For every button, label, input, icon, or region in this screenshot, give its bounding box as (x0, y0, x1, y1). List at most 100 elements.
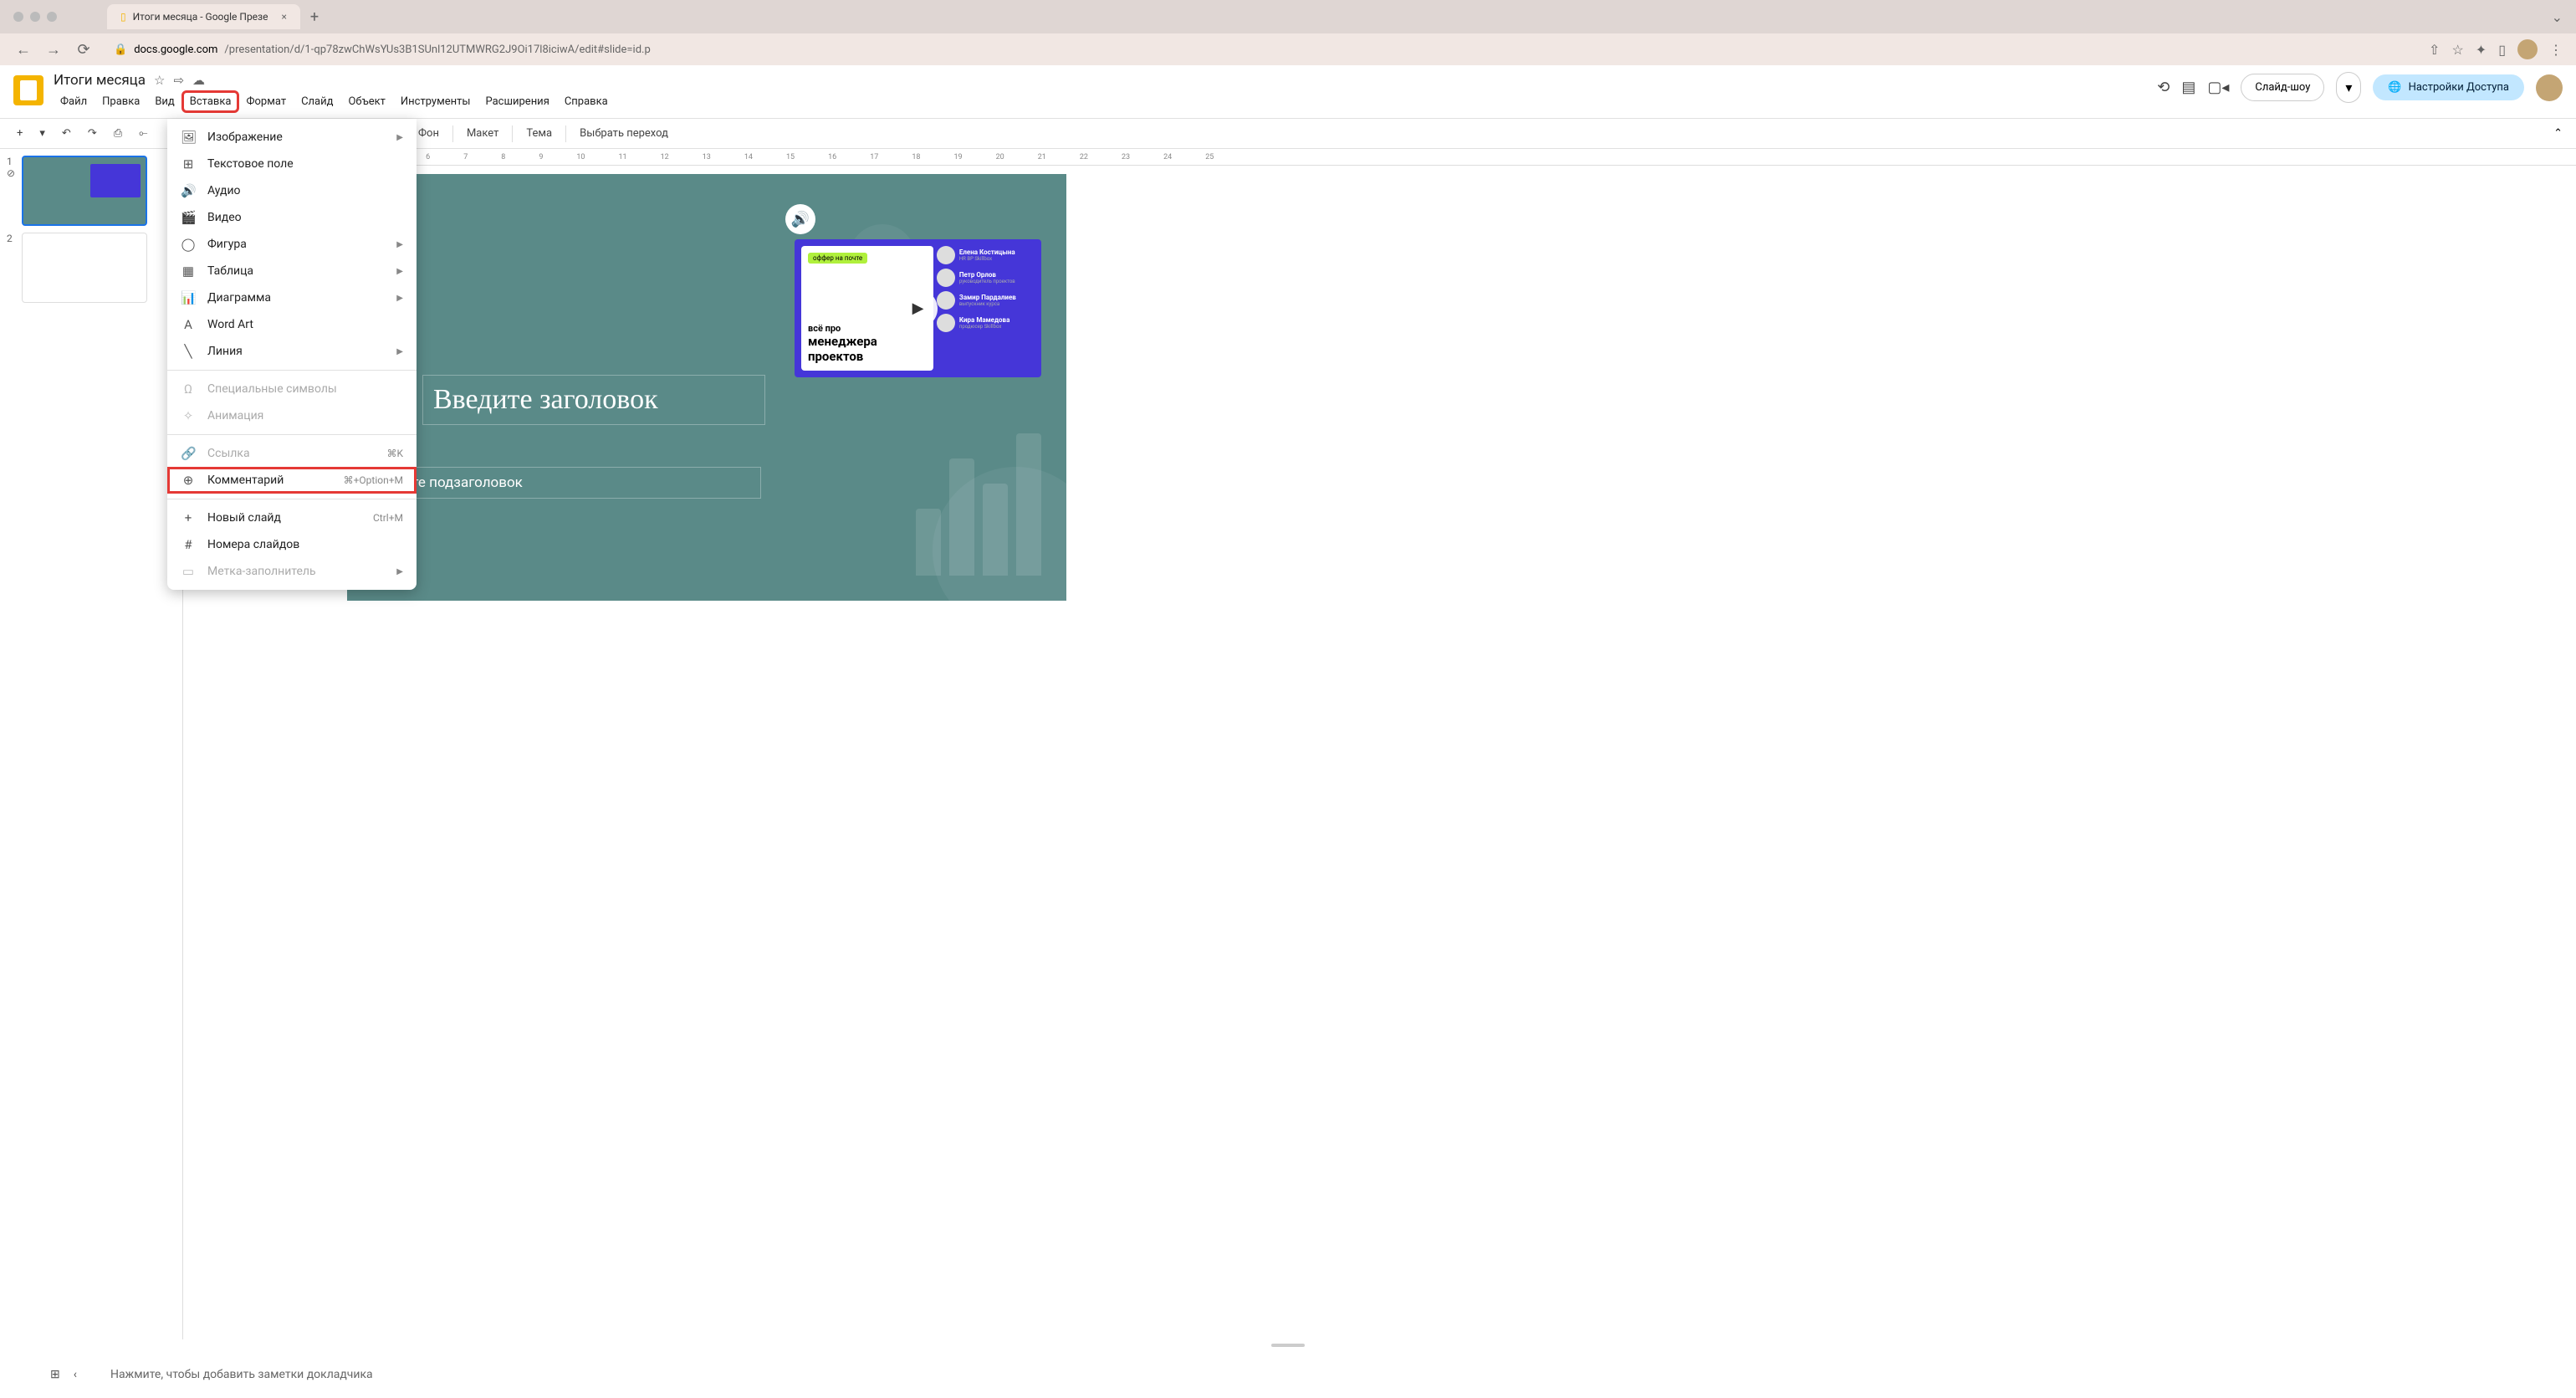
menu-item-label: Видео (207, 211, 403, 224)
video-badge: оффер на почте (808, 253, 867, 264)
insert-dropdown-menu: 🖼 Изображение ▶ ⊞Текстовое поле🔊Аудио🎬Видео… (167, 119, 417, 590)
explore-icon[interactable]: ‹ (74, 1368, 77, 1381)
forward-button[interactable]: → (43, 41, 64, 59)
layout-btn[interactable]: Макет (467, 127, 498, 140)
menu-extensions[interactable]: Расширения (478, 92, 555, 111)
menu-view[interactable]: Вид (148, 92, 181, 111)
cloud-icon[interactable]: ☁ (192, 73, 205, 88)
tab-title: Итоги месяца - Google Презе (133, 11, 268, 23)
maximize-window[interactable] (47, 12, 57, 22)
bookmark-icon[interactable]: ☆ (2451, 42, 2463, 58)
menu-item-label: Новый слайд (207, 511, 361, 525)
thumb-row-2: 2 (7, 233, 156, 303)
menu-tools[interactable]: Инструменты (394, 92, 478, 111)
undo-icon[interactable]: ↶ (59, 124, 74, 143)
redo-icon[interactable]: ↷ (84, 124, 100, 143)
minimize-window[interactable] (30, 12, 40, 22)
chevron-down-icon[interactable]: ⌄ (2552, 9, 2563, 25)
new-tab-button[interactable]: + (310, 8, 319, 26)
menu-item-icon: 🖼 (181, 130, 196, 145)
menu-item-номера-слайдов[interactable]: #Номера слайдов (167, 531, 417, 558)
present-icon[interactable]: ▢◂ (2207, 79, 2229, 96)
slide-canvas[interactable]: 🔊 оффер на почте всё про менеджера проек… (347, 174, 1066, 601)
print-icon[interactable]: ⎙ (110, 124, 125, 143)
person-role: руководитель проектов (959, 279, 1015, 284)
user-avatar[interactable] (2536, 74, 2563, 101)
menu-item-label: Анимация (207, 409, 403, 422)
person-name: Петр Орлов (959, 271, 1015, 279)
new-slide-dropdown[interactable]: ▾ (36, 124, 49, 143)
window-controls[interactable] (13, 12, 57, 22)
slideshow-dropdown[interactable]: ▾ (2336, 72, 2361, 103)
menu-slide[interactable]: Слайд (294, 92, 340, 111)
browser-tab[interactable]: ▯ Итоги месяца - Google Презе × (107, 4, 300, 29)
person-row: Петр Орловруководитель проектов (937, 269, 1035, 287)
menu-item-label: Линия (207, 345, 385, 358)
menu-item-аудио[interactable]: 🔊Аудио (167, 177, 417, 204)
menu-item-комментарий[interactable]: ⊕Комментарий⌘+Option+M (167, 467, 417, 494)
theme-btn[interactable]: Тема (526, 127, 552, 140)
collapse-toolbar-icon[interactable]: ⌃ (2553, 127, 2563, 140)
thumb-number: 1 (7, 156, 17, 167)
speaker-notes[interactable]: ⊞ ‹ Нажмите, чтобы добавить заметки докл… (0, 1351, 2576, 1398)
share-button[interactable]: 🌐 Настройки Доступа (2373, 74, 2524, 100)
menu-edit[interactable]: Правка (95, 92, 146, 111)
slideshow-button[interactable]: Слайд-шоу (2241, 74, 2324, 101)
menu-item-диаграмма[interactable]: 📊Диаграмма▶ (167, 284, 417, 311)
close-tab-icon[interactable]: × (282, 11, 287, 23)
play-icon[interactable]: ▶ (899, 289, 938, 328)
slide-thumbnail-1[interactable] (22, 156, 147, 226)
menu-item-фигура[interactable]: ◯Фигура▶ (167, 231, 417, 258)
title-placeholder[interactable]: Введите заголовок (422, 375, 765, 425)
background-btn[interactable]: Фон (418, 127, 439, 140)
panel-icon[interactable]: ▯ (2498, 42, 2506, 58)
reload-button[interactable]: ⟳ (74, 41, 94, 59)
menu-item-label: Изображение (207, 131, 385, 144)
address-bar-row: ← → ⟳ 🔒 docs.google.com/presentation/d/1… (0, 33, 2576, 65)
star-icon[interactable]: ☆ (154, 73, 165, 88)
extensions-icon[interactable]: ✦ (2476, 42, 2487, 58)
app-header: Итоги месяца ☆ ⇨ ☁ Файл Правка Вид Встав… (0, 65, 2576, 119)
new-slide-icon[interactable]: + (13, 124, 26, 143)
paint-format-icon[interactable]: ⟜ (135, 124, 151, 143)
menu-item-label: Метка-заполнитель (207, 565, 385, 578)
menu-format[interactable]: Формат (239, 92, 293, 111)
subtitle-placeholder[interactable]: Введите подзаголовок (360, 467, 761, 499)
person-name: Елена Костицына (959, 248, 1015, 256)
decorative-bars (916, 433, 1041, 576)
menu-item-изображение[interactable]: 🖼Изображение▶ (167, 124, 417, 151)
submenu-arrow-icon: ▶ (396, 567, 403, 576)
close-window[interactable] (13, 12, 23, 22)
menu-item-таблица[interactable]: ▦Таблица▶ (167, 258, 417, 284)
browser-menu-icon[interactable]: ⋮ (2549, 42, 2563, 58)
transition-btn[interactable]: Выбрать переход (580, 127, 668, 140)
menu-file[interactable]: Файл (54, 92, 94, 111)
menu-insert[interactable]: Вставка (183, 92, 238, 111)
menu-item-линия[interactable]: ╲Линия▶ (167, 338, 417, 365)
lock-icon: 🔒 (114, 44, 127, 56)
menu-item-label: Специальные символы (207, 382, 403, 396)
menu-item-word-art[interactable]: AWord Art (167, 311, 417, 338)
comment-icon[interactable]: ▤ (2181, 79, 2195, 96)
menu-object[interactable]: Объект (341, 92, 391, 111)
slides-logo[interactable] (13, 75, 43, 105)
audio-icon[interactable]: 🔊 (785, 204, 815, 234)
doc-title[interactable]: Итоги месяца (54, 72, 146, 89)
toolbar: + ▾ ↶ ↷ ⎙ ⟜ Фон Макет Тема Выбрать перех… (0, 119, 2576, 149)
grid-view-icon[interactable]: ⊞ (50, 1368, 60, 1381)
menu-help[interactable]: Справка (558, 92, 615, 111)
back-button[interactable]: ← (13, 41, 33, 59)
menu-item-icon: ╲ (181, 344, 196, 359)
video-thumbnail[interactable]: оффер на почте всё про менеджера проекто… (795, 239, 1041, 377)
address-bar[interactable]: 🔒 docs.google.com/presentation/d/1-qp78z… (104, 44, 2419, 56)
menu-item-новый-слайд[interactable]: +Новый слайдCtrl+M (167, 504, 417, 531)
submenu-arrow-icon: ▶ (396, 267, 403, 276)
notes-resize-handle[interactable] (0, 1339, 2576, 1351)
menu-item-видео[interactable]: 🎬Видео (167, 204, 417, 231)
share-icon[interactable]: ⇧ (2429, 42, 2440, 58)
move-icon[interactable]: ⇨ (173, 73, 184, 88)
history-icon[interactable]: ⟲ (2157, 79, 2170, 96)
browser-avatar[interactable] (2517, 39, 2538, 59)
slide-thumbnail-2[interactable] (22, 233, 147, 303)
menu-item-текстовое-поле[interactable]: ⊞Текстовое поле (167, 151, 417, 177)
